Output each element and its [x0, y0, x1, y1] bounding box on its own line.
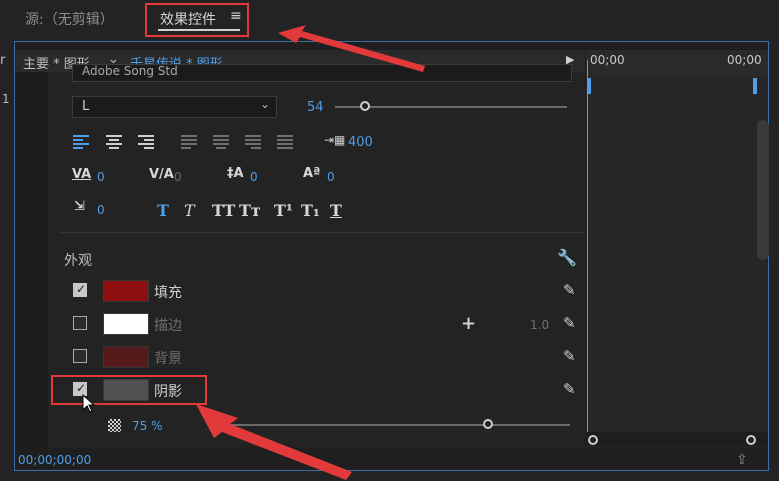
mouse-cursor-icon [82, 393, 96, 413]
annotation-arrow-to-tab [278, 25, 425, 72]
annotation-arrow-to-shadow [196, 404, 352, 480]
annotation-overlay [82, 25, 425, 480]
